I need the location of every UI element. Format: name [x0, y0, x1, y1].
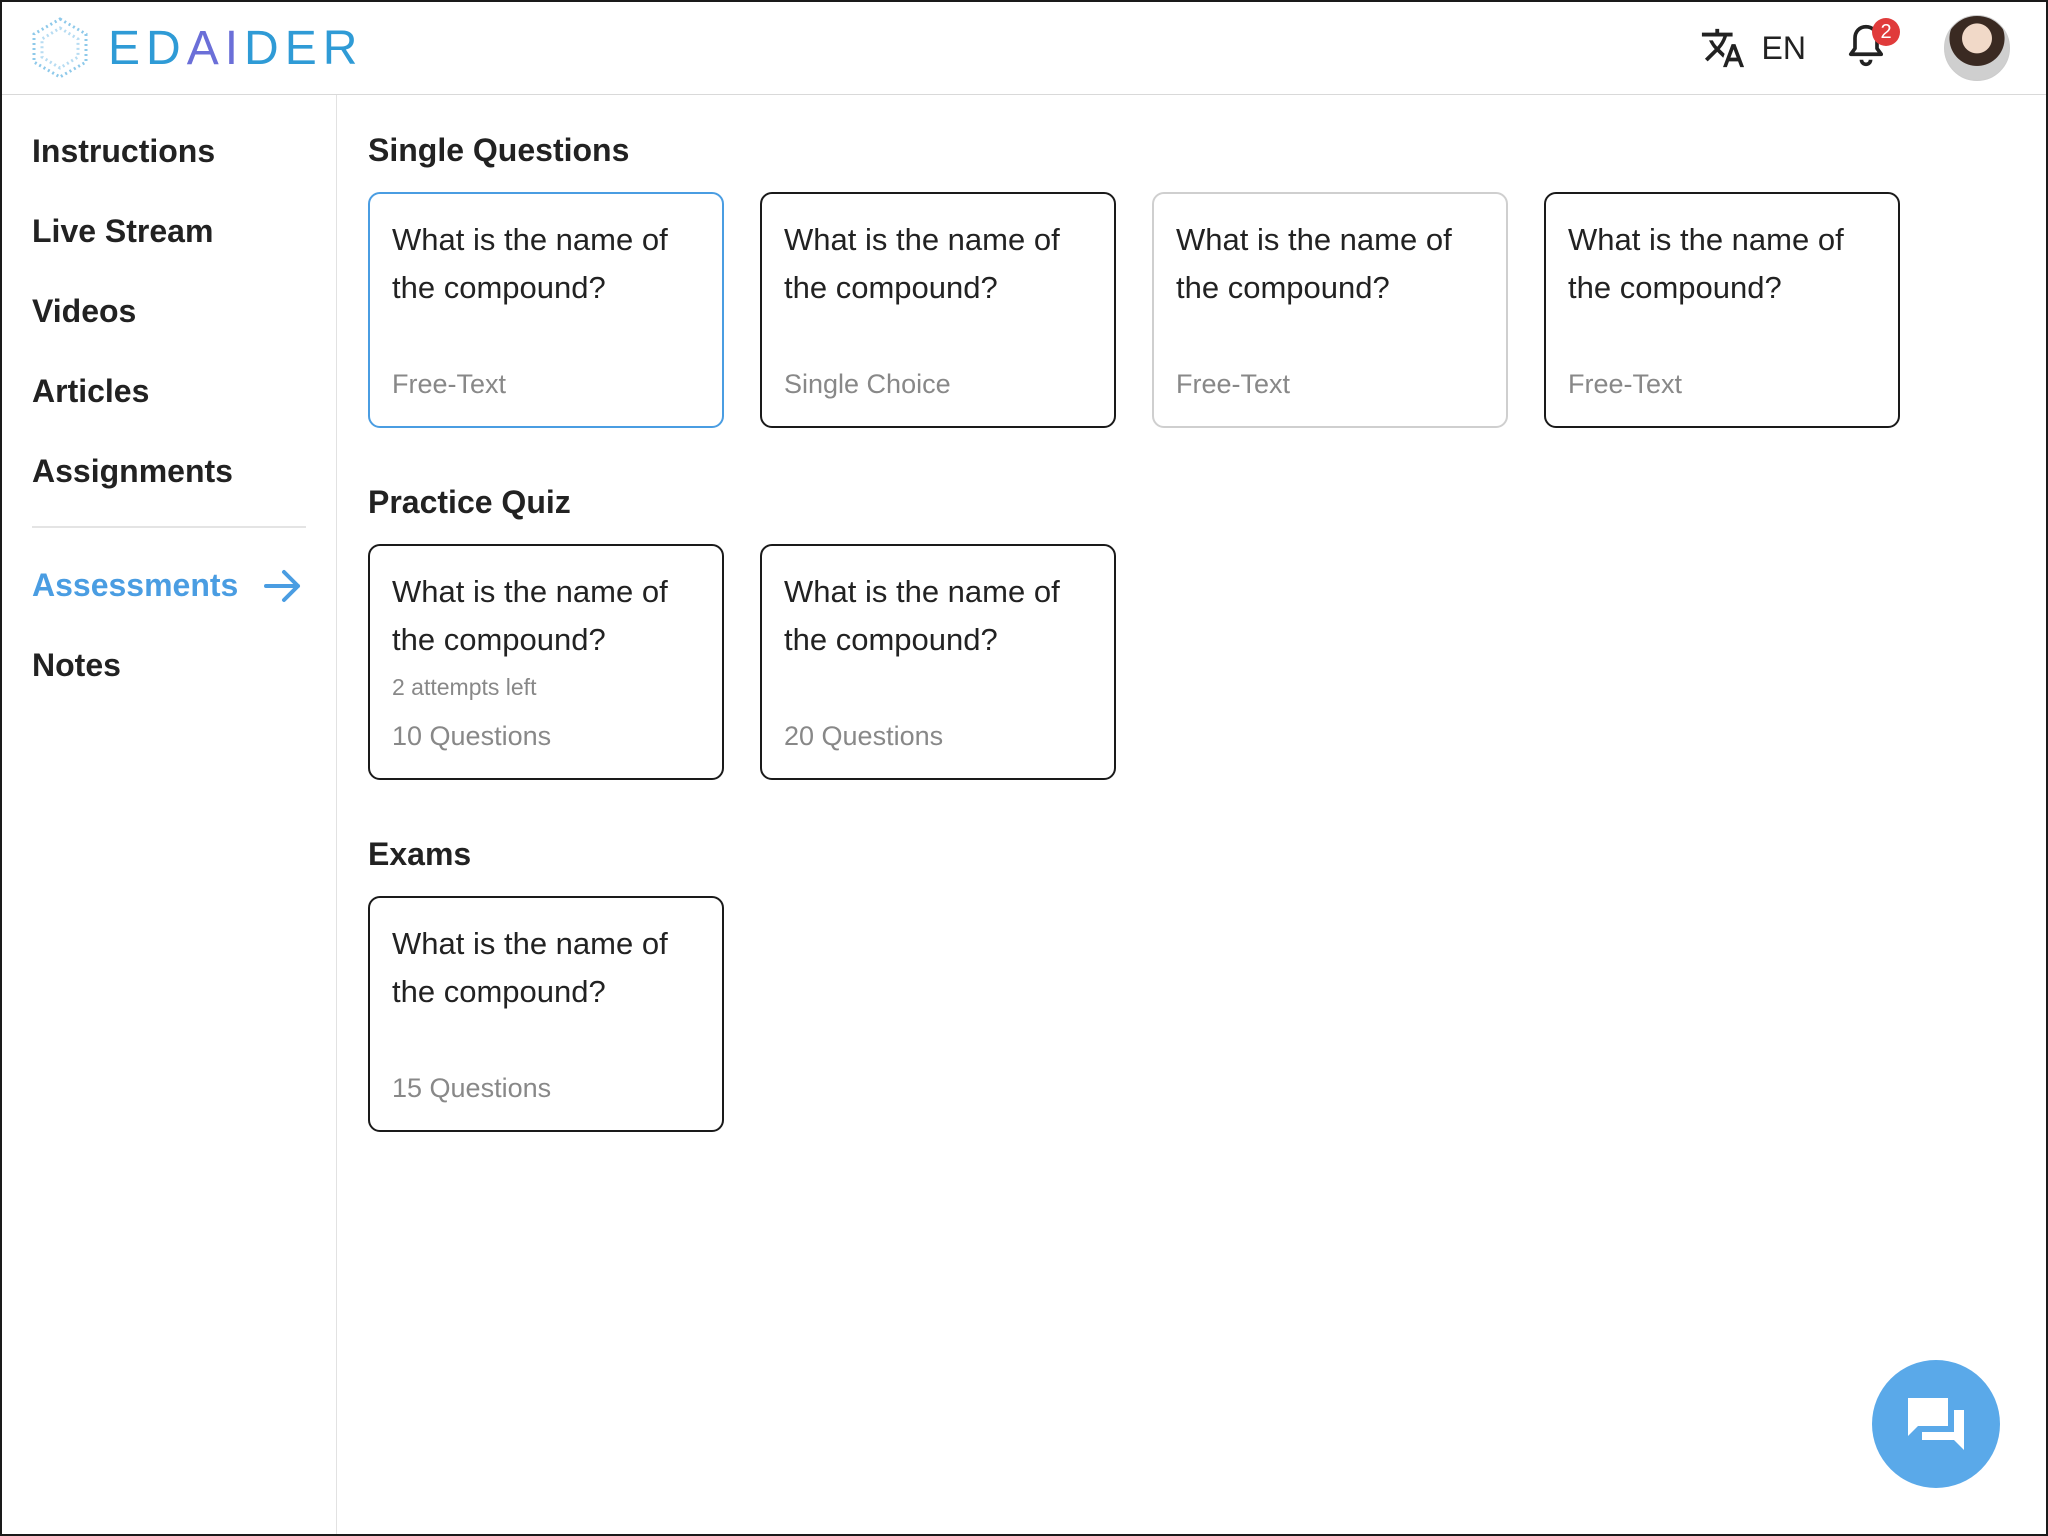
arrow-right-icon [264, 569, 301, 602]
card-type: Free-Text [1176, 369, 1291, 399]
sidebar-item-assessments[interactable]: Assessments [32, 567, 302, 604]
section-title-single-questions: Single Questions [368, 132, 630, 168]
sidebar-item-videos[interactable]: Videos [32, 293, 136, 330]
brand-logo[interactable]: EDAIDER [30, 16, 363, 80]
sidebar-item-articles[interactable]: Articles [32, 373, 149, 410]
sidebar-divider [32, 526, 306, 528]
card-type: Free-Text [1568, 369, 1683, 399]
brand-highlight: AI [186, 21, 245, 75]
language-selector[interactable]: EN [1762, 30, 1806, 67]
translate-icon[interactable] [1700, 25, 1746, 71]
card-question: What is the name of the compound? [392, 574, 668, 657]
question-card[interactable]: What is the name of the compound? Free-T… [1152, 192, 1508, 428]
sidebar-item-assignments[interactable]: Assignments [32, 453, 233, 490]
brand-prefix: ED [108, 21, 187, 75]
question-card[interactable]: What is the name of the compound? Free-T… [368, 192, 724, 428]
hexagon-logo-icon [32, 17, 88, 79]
exam-card[interactable]: What is the name of the compound? 15 Que… [368, 896, 724, 1132]
chat-icon [1908, 1398, 1964, 1450]
card-type: Free-Text [392, 369, 507, 399]
question-count: 10 Questions [392, 721, 552, 751]
sidebar-item-instructions[interactable]: Instructions [32, 133, 215, 170]
question-card[interactable]: What is the name of the compound? Free-T… [1544, 192, 1900, 428]
user-avatar[interactable] [1944, 15, 2010, 81]
sidebar-item-live-stream[interactable]: Live Stream [32, 213, 213, 250]
card-question: What is the name of the compound? [392, 926, 668, 1009]
card-question: What is the name of the compound? [1568, 222, 1844, 305]
quiz-card[interactable]: What is the name of the compound? 2 atte… [368, 544, 724, 780]
question-card[interactable]: What is the name of the compound? Single… [760, 192, 1116, 428]
brand-name: EDAIDER [108, 21, 363, 76]
card-question: What is the name of the compound? [784, 222, 1060, 305]
sidebar-item-label: Assessments [32, 567, 239, 603]
sidebar-item-notes[interactable]: Notes [32, 647, 121, 684]
card-question: What is the name of the compound? [784, 574, 1060, 657]
header-actions: EN 2 [1700, 15, 2010, 81]
notification-count-badge: 2 [1872, 18, 1900, 46]
question-count: 20 Questions [784, 721, 944, 751]
section-title-exams: Exams [368, 836, 472, 872]
sidebar: Instructions Live Stream Videos Articles… [2, 95, 337, 1534]
card-question: What is the name of the compound? [392, 222, 668, 305]
card-question: What is the name of the compound? [1176, 222, 1452, 305]
attempts-left: 2 attempts left [392, 674, 537, 700]
quiz-card[interactable]: What is the name of the compound? 20 Que… [760, 544, 1116, 780]
notifications-button[interactable]: 2 [1844, 18, 1900, 74]
brand-suffix: DER [244, 21, 364, 75]
top-bar: EDAIDER EN 2 [2, 2, 2046, 95]
card-type: Single Choice [784, 369, 951, 399]
chat-button[interactable] [1872, 1360, 2000, 1488]
section-title-practice-quiz: Practice Quiz [368, 484, 571, 520]
question-count: 15 Questions [392, 1073, 552, 1103]
